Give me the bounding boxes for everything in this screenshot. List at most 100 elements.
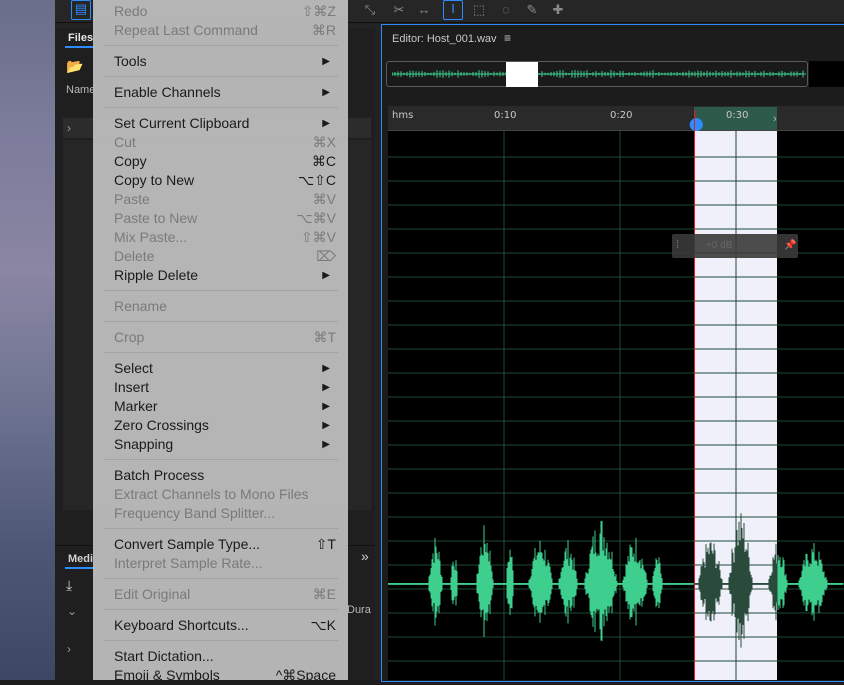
chevron-right-icon[interactable]: › [67, 642, 71, 656]
menu-item-batch-process[interactable]: Batch Process [114, 466, 336, 485]
submenu-arrow-icon: ▶ [322, 363, 330, 374]
menu-item-tools[interactable]: Tools ▶ [114, 52, 336, 71]
lasso-tool-icon[interactable]: ◌ [497, 2, 515, 18]
menu-separator [104, 321, 338, 322]
menu-item-label: Edit Original [114, 586, 191, 602]
menu-item-cut: Cut ⌘X [114, 133, 336, 152]
menu-separator [104, 352, 338, 353]
chevron-right-icon[interactable]: › [67, 121, 71, 135]
ruler-label: 0:20 [610, 110, 633, 121]
slip-tool-icon[interactable]: ↔ [415, 2, 433, 18]
submenu-arrow-icon: ▶ [322, 401, 330, 412]
menu-item-shortcut: ⌘R [311, 22, 336, 38]
menu-item-label: Crop [114, 329, 145, 345]
menu-item-shortcut: ⌘X [312, 134, 336, 150]
menu-item-convert-sample-type[interactable]: Convert Sample Type... ⇧T [114, 535, 336, 554]
move-tool-icon[interactable]: ⤡ [361, 2, 379, 18]
spot-healing-tool-icon[interactable]: ✚ [549, 2, 567, 18]
submenu-arrow-icon: ▶ [322, 56, 330, 67]
menu-separator [104, 609, 338, 610]
pin-icon[interactable]: 📌 [784, 240, 796, 251]
desktop-wallpaper [0, 0, 55, 680]
menu-item-keyboard-shortcuts[interactable]: Keyboard Shortcuts... ⌥K [114, 616, 336, 635]
panel-menu-icon[interactable]: ≡ [504, 31, 511, 45]
menu-separator [104, 45, 338, 46]
menu-item-crop: Crop ⌘T [114, 328, 336, 347]
playhead-line[interactable] [694, 110, 695, 680]
menu-item-label: Select [114, 360, 153, 376]
menu-item-emoji-symbols[interactable]: Emoji & Symbols ^⌘Space [114, 666, 336, 685]
menu-item-label: Mix Paste... [114, 229, 188, 245]
menu-item-repeat-last-command: Repeat Last Command ⌘R [114, 21, 336, 40]
import-icon[interactable]: ⤓ [66, 577, 72, 594]
menu-item-shortcut: ⌘E [312, 586, 336, 602]
brush-tool-icon[interactable]: ✎ [523, 2, 541, 18]
menu-item-label: Repeat Last Command [114, 22, 258, 38]
menu-item-frequency-band-splitter: Frequency Band Splitter... [114, 504, 336, 523]
time-selection-tool-icon[interactable]: I [443, 0, 463, 20]
media-browser-tab[interactable]: Medi [68, 553, 93, 565]
menu-item-extract-channels-to-mono-files: Extract Channels to Mono Files [114, 485, 336, 504]
menu-item-zero-crossings[interactable]: Zero Crossings ▶ [114, 416, 336, 435]
razor-tool-icon[interactable]: ✂ [390, 2, 408, 18]
menu-item-interpret-sample-rate: Interpret Sample Rate... [114, 554, 336, 573]
menu-item-copy-to-new[interactable]: Copy to New ⌥⇧C [114, 171, 336, 190]
overview-remainder [809, 61, 844, 87]
editor-title[interactable]: Editor: Host_001.wav [392, 33, 497, 45]
overview-viewport[interactable] [506, 62, 538, 87]
menu-item-shortcut: ⌘V [312, 191, 336, 207]
selection-end-handle-icon[interactable]: › [773, 113, 777, 125]
menu-item-label: Paste to New [114, 210, 198, 226]
menu-item-start-dictation[interactable]: Start Dictation... [114, 647, 336, 666]
files-tab[interactable]: Files [68, 32, 93, 44]
menu-item-label: Frequency Band Splitter... [114, 505, 276, 521]
menu-item-label: Cut [114, 134, 136, 150]
menu-item-redo: Redo ⇧⌘Z [114, 2, 336, 21]
marquee-tool-icon[interactable]: ⬚ [470, 2, 488, 18]
panel-expand-icon[interactable]: » [361, 548, 369, 564]
hud-grip-icon[interactable]: ⁞ [676, 239, 679, 251]
hud-volume-value[interactable]: +0 dB [706, 240, 732, 251]
menu-item-label: Tools [114, 53, 147, 69]
open-folder-icon[interactable]: 📂 [66, 58, 83, 75]
menu-item-label: Copy to New [114, 172, 195, 188]
menu-separator [104, 578, 338, 579]
menu-item-delete: Delete ⌦ [114, 247, 336, 266]
waveform-view-icon[interactable]: ▤ [71, 0, 91, 20]
overview-waveform [392, 70, 806, 78]
menu-item-select[interactable]: Select ▶ [114, 359, 336, 378]
menu-item-shortcut: ^⌘Space [275, 667, 336, 683]
duration-column-header[interactable]: Dura [347, 604, 371, 616]
menu-item-label: Start Dictation... [114, 648, 214, 664]
ruler-label: 0:30 [726, 110, 749, 121]
name-column-header[interactable]: Name [66, 84, 95, 96]
menu-item-set-current-clipboard[interactable]: Set Current Clipboard ▶ [114, 114, 336, 133]
menu-separator [104, 640, 338, 641]
chevron-down-icon[interactable]: ⌄ [67, 604, 77, 618]
menu-item-rename: Rename [114, 297, 336, 316]
menu-item-ripple-delete[interactable]: Ripple Delete ▶ [114, 266, 336, 285]
submenu-arrow-icon: ▶ [322, 118, 330, 129]
menu-item-snapping[interactable]: Snapping ▶ [114, 435, 336, 454]
menu-item-shortcut: ⇧⌘V [300, 229, 336, 245]
menu-item-label: Batch Process [114, 467, 205, 483]
menu-item-copy[interactable]: Copy ⌘C [114, 152, 336, 171]
menu-item-insert[interactable]: Insert ▶ [114, 378, 336, 397]
menu-item-label: Extract Channels to Mono Files [114, 486, 309, 502]
hud-volume-control[interactable] [672, 234, 798, 258]
menu-item-label: Zero Crossings [114, 417, 209, 433]
menu-item-mix-paste: Mix Paste... ⇧⌘V [114, 228, 336, 247]
menu-item-enable-channels[interactable]: Enable Channels ▶ [114, 83, 336, 102]
ruler-label: hms [392, 110, 414, 121]
menu-item-label: Delete [114, 248, 155, 264]
playhead-handle-icon[interactable]: ⬤ [689, 116, 704, 132]
menu-item-label: Insert [114, 379, 150, 395]
menu-item-edit-original: Edit Original ⌘E [114, 585, 336, 604]
menu-item-shortcut: ⇧⌘Z [301, 3, 336, 19]
menu-item-marker[interactable]: Marker ▶ [114, 397, 336, 416]
submenu-arrow-icon: ▶ [322, 87, 330, 98]
menu-item-label: Marker [114, 398, 158, 414]
menu-item-shortcut: ⌘C [311, 153, 336, 169]
menu-item-label: Paste [114, 191, 150, 207]
menu-separator [104, 290, 338, 291]
